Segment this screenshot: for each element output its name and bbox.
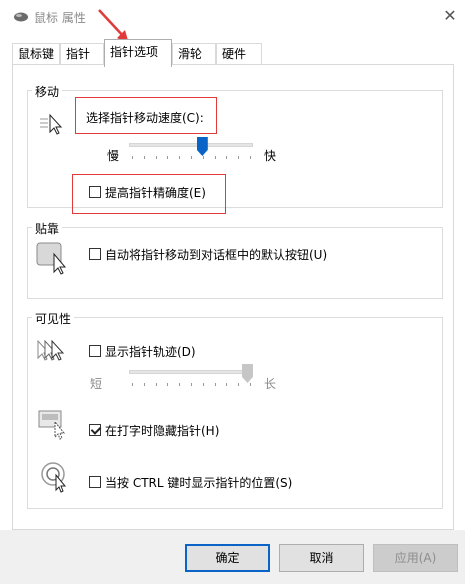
cancel-button[interactable]: 取消 — [279, 544, 364, 572]
trails-label[interactable]: 显示指针轨迹(D) — [105, 343, 196, 360]
tab-pointer-options[interactable]: 指针选项 — [104, 39, 172, 67]
snap-label[interactable]: 自动将指针移动到对话框中的默认按钮(U) — [105, 246, 327, 263]
trail-slider-track — [129, 370, 253, 374]
slider-tick — [202, 383, 204, 386]
slider-tick — [143, 156, 145, 159]
close-icon[interactable]: ✕ — [441, 7, 459, 25]
slider-tick — [202, 156, 204, 159]
precision-checkbox[interactable] — [89, 186, 101, 198]
mouse-icon — [14, 12, 28, 22]
trails-checkbox[interactable] — [89, 345, 101, 357]
slider-tick — [250, 383, 251, 386]
pointer-trails-icon — [37, 339, 65, 361]
slider-tick — [226, 156, 228, 159]
slider-tick — [167, 156, 169, 159]
slider-tick — [179, 383, 181, 386]
visibility-group-title: 可见性 — [32, 310, 75, 327]
slider-tick — [191, 156, 192, 159]
motion-group-title: 移动 — [32, 83, 63, 100]
speed-slider-track[interactable] — [129, 143, 253, 147]
snap-group — [27, 227, 443, 299]
slider-tick — [155, 156, 157, 159]
title-bar: 鼠标 属性 ✕ — [0, 0, 465, 34]
tab-bar: 鼠标键 指针 指针选项 滑轮 硬件 — [0, 34, 465, 67]
slow-label: 慢 — [107, 149, 120, 163]
slider-tick — [214, 156, 216, 159]
slider-tick — [238, 383, 240, 386]
snap-to-icon — [36, 242, 67, 275]
slider-tick — [238, 156, 240, 159]
short-label: 短 — [90, 377, 103, 391]
slider-tick — [132, 156, 133, 159]
long-label: 长 — [264, 377, 277, 391]
slider-tick — [226, 383, 228, 386]
precision-label[interactable]: 提高指针精确度(E) — [105, 184, 206, 201]
tab-wheel[interactable]: 滑轮 — [172, 43, 216, 65]
slider-tick — [167, 383, 169, 386]
slider-tick — [179, 156, 181, 159]
ok-button[interactable]: 确定 — [185, 544, 270, 572]
hide-typing-label[interactable]: 在打字时隐藏指针(H) — [105, 422, 219, 439]
fast-label: 快 — [264, 149, 277, 163]
ctrl-location-checkbox[interactable] — [89, 476, 101, 488]
snap-checkbox[interactable] — [89, 248, 101, 260]
snap-group-title: 贴靠 — [32, 220, 63, 237]
speed-label: 选择指针移动速度(C): — [86, 111, 204, 125]
show-location-icon — [41, 462, 67, 493]
tab-hardware[interactable]: 硬件 — [216, 43, 262, 65]
slider-tick — [155, 383, 157, 386]
slider-tick — [250, 156, 251, 159]
pointer-speed-icon — [40, 113, 63, 135]
slider-tick — [214, 383, 216, 386]
hide-while-typing-icon — [38, 410, 66, 440]
hide-typing-checkbox[interactable] — [89, 424, 101, 436]
window-title: 鼠标 属性 — [34, 11, 86, 25]
slider-tick — [191, 383, 192, 386]
ctrl-location-label[interactable]: 当按 CTRL 键时显示指针的位置(S) — [105, 474, 292, 491]
tab-mouse-buttons[interactable]: 鼠标键 — [12, 43, 60, 65]
slider-tick — [132, 383, 133, 386]
apply-button[interactable]: 应用(A) — [373, 544, 458, 572]
slider-tick — [143, 383, 145, 386]
